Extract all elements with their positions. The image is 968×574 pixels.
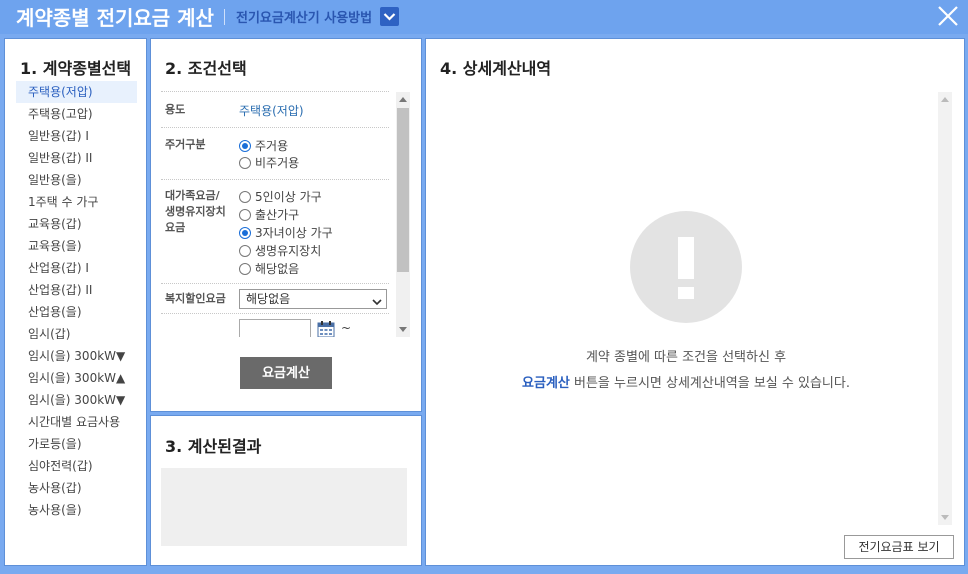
title-bar: 계약종별 전기요금 계산 전기요금계산기 사용방법 — [0, 0, 968, 34]
scroll-up-icon[interactable] — [399, 97, 407, 102]
contract-type-item[interactable]: 주택용(고압) — [16, 103, 137, 125]
radio-checked-icon[interactable] — [239, 227, 251, 239]
contract-type-item[interactable]: 가로등(을) — [16, 433, 137, 455]
help-link[interactable]: 전기요금계산기 사용방법 — [236, 7, 372, 26]
radio-5plus-household[interactable]: 5인이상 가구 — [239, 188, 322, 204]
usage-row: 용도 주택용(저압) — [161, 91, 389, 127]
radio-checked-icon[interactable] — [239, 140, 251, 152]
contract-type-item[interactable]: 교육용(을) — [16, 235, 137, 257]
condition-panel: 2. 조건선택 용도 주택용(저압) 주거구분 주거용 비주거용 대가족요금/ … — [150, 38, 422, 412]
contract-type-panel: 1. 계약종별선택 주택용(저압) 주택용(고압) 일반용(갑) I 일반용(갑) I… — [4, 38, 147, 566]
result-box — [161, 468, 407, 546]
contract-type-item[interactable]: 임시(을) 300kW▲ — [16, 367, 137, 389]
contract-type-item[interactable]: 교육용(갑) — [16, 213, 137, 235]
radio-unchecked-icon[interactable] — [239, 245, 251, 257]
family-label: 대가족요금/ 생명유지장치 요금 — [165, 189, 226, 234]
contract-type-item[interactable]: 산업용(을) — [16, 301, 137, 323]
radio-unchecked-icon[interactable] — [239, 157, 251, 169]
page-title: 계약종별 전기요금 계산 — [16, 6, 214, 30]
welfare-row: 복지할인요금 해당없음 — [161, 283, 389, 313]
radio-residential[interactable]: 주거용 — [239, 137, 288, 153]
chevron-down-icon[interactable] — [380, 7, 399, 26]
scroll-down-icon[interactable] — [399, 327, 407, 332]
contract-type-item[interactable]: 농사용(갑) — [16, 477, 137, 499]
contract-type-item[interactable]: 산업용(갑) I — [16, 257, 137, 279]
scroll-down-icon[interactable] — [941, 515, 949, 520]
contract-type-title: 1. 계약종별선택 — [20, 59, 132, 78]
calculate-highlight: 요금계산 — [522, 376, 570, 391]
radio-unchecked-icon[interactable] — [239, 191, 251, 203]
welfare-select[interactable]: 해당없음 — [239, 289, 387, 309]
radio-3children-household[interactable]: 3자녀이상 가구 — [239, 224, 333, 240]
contract-type-item[interactable]: 일반용(을) — [16, 169, 137, 191]
family-row: 대가족요금/ 생명유지장치 요금 5인이상 가구 출산가구 3자녀이상 가구 생… — [161, 179, 389, 283]
detail-panel: 4. 상세계산내역 계약 종별에 따른 조건을 선택하신 후 요금계산 버튼을 … — [425, 38, 965, 566]
usage-value: 주택용(저압) — [239, 104, 304, 118]
radio-unchecked-icon[interactable] — [239, 263, 251, 275]
date-row: ~ — [161, 313, 389, 337]
contract-type-item[interactable]: 일반용(갑) I — [16, 125, 137, 147]
radio-non-residential[interactable]: 비주거용 — [239, 154, 299, 170]
detail-message-line2: 요금계산 버튼을 누르시면 상세계산내역을 보실 수 있습니다. — [522, 376, 850, 391]
calculate-button[interactable]: 요금계산 — [240, 357, 332, 389]
contract-type-item[interactable]: 농사용(을) — [16, 499, 137, 521]
result-title: 3. 계산된결과 — [165, 437, 262, 456]
residence-label: 주거구분 — [165, 138, 206, 151]
contract-type-item[interactable]: 일반용(갑) II — [16, 147, 137, 169]
condition-scrollbar[interactable] — [396, 92, 410, 337]
calendar-icon[interactable] — [317, 321, 335, 337]
contract-type-item[interactable]: 주택용(저압) — [16, 81, 137, 103]
radio-unchecked-icon[interactable] — [239, 209, 251, 221]
radio-not-applicable[interactable]: 해당없음 — [239, 260, 299, 276]
start-date-input[interactable] — [239, 319, 311, 337]
contract-type-item[interactable]: 임시(갑) — [16, 323, 137, 345]
scrollbar-thumb[interactable] — [397, 108, 409, 272]
condition-title: 2. 조건선택 — [165, 59, 247, 78]
result-panel: 3. 계산된결과 — [150, 415, 422, 566]
usage-label: 용도 — [165, 103, 186, 116]
radio-birth-household[interactable]: 출산가구 — [239, 206, 299, 222]
contract-type-item[interactable]: 임시(을) 300kW▼ — [16, 345, 137, 367]
contract-type-item[interactable]: 시간대별 요금사용 — [16, 411, 137, 433]
contract-type-item[interactable]: 산업용(갑) II — [16, 279, 137, 301]
close-icon[interactable] — [936, 4, 960, 28]
contract-type-list: 주택용(저압) 주택용(고압) 일반용(갑) I 일반용(갑) II 일반용(을) 1주택… — [16, 81, 137, 521]
scroll-up-icon[interactable] — [941, 97, 949, 102]
contract-type-item[interactable]: 심야전력(갑) — [16, 455, 137, 477]
date-separator: ~ — [341, 321, 352, 335]
condition-form: 용도 주택용(저압) 주거구분 주거용 비주거용 대가족요금/ 생명유지장치 요… — [161, 91, 389, 337]
title-divider — [224, 9, 225, 25]
welfare-label: 복지할인요금 — [165, 292, 226, 305]
detail-scrollbar[interactable] — [938, 92, 952, 525]
residence-row: 주거구분 주거용 비주거용 — [161, 127, 389, 179]
contract-type-item[interactable]: 임시(을) 300kW▼ — [16, 389, 137, 411]
alert-icon — [630, 211, 742, 323]
chevron-down-icon — [372, 294, 382, 312]
radio-life-support[interactable]: 생명유지장치 — [239, 242, 321, 258]
detail-title: 4. 상세계산내역 — [440, 59, 552, 78]
rate-table-button[interactable]: 전기요금표 보기 — [844, 535, 954, 559]
detail-message-line1: 계약 종별에 따른 조건을 선택하신 후 — [585, 350, 787, 365]
contract-type-item[interactable]: 1주택 수 가구 — [16, 191, 137, 213]
